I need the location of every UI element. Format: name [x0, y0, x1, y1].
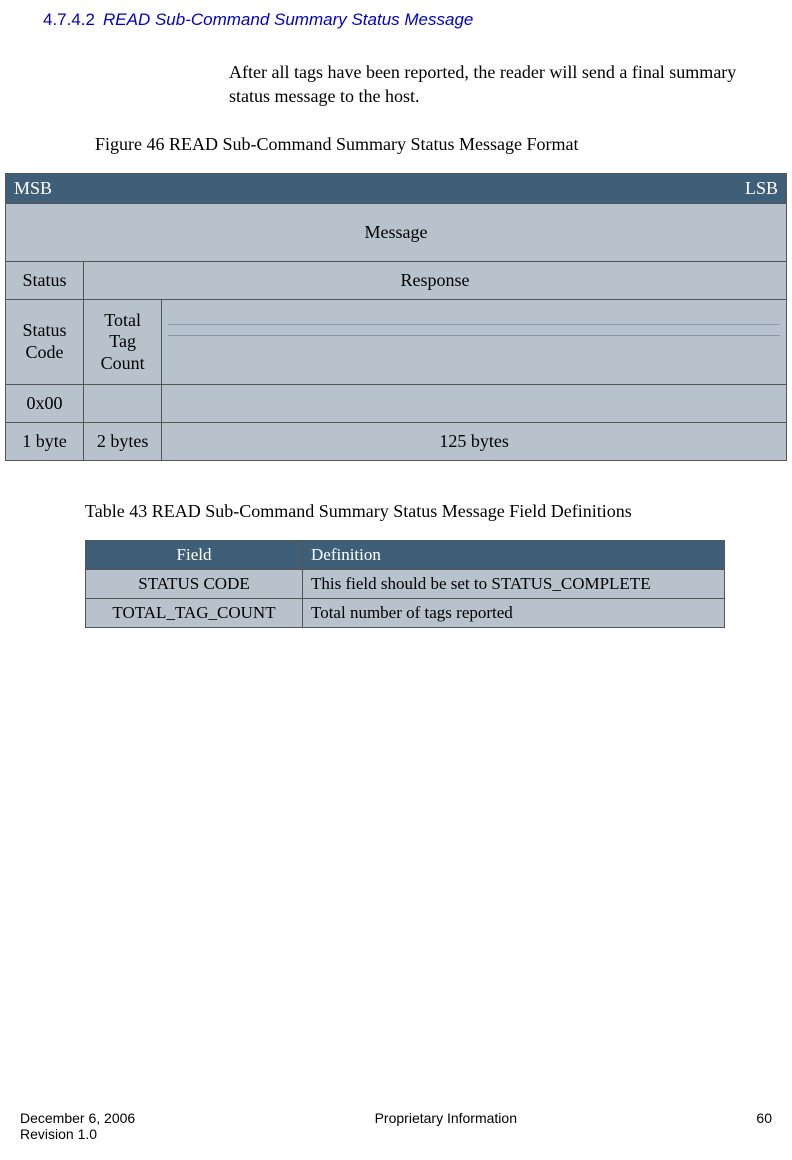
response-cell: Response [84, 261, 787, 299]
page-footer: December 6, 2006 Revision 1.0 Proprietar… [20, 1110, 772, 1142]
field-cell: STATUS CODE [86, 570, 303, 599]
status-code-cell: Status Code [6, 299, 84, 385]
msb-header: MSB [6, 173, 162, 203]
section-title: READ Sub-Command Summary Status Message [103, 10, 473, 29]
value-0x00-cell: 0x00 [6, 385, 84, 423]
size-2bytes-cell: 2 bytes [84, 423, 162, 461]
empty-cell-2 [162, 385, 787, 423]
definition-cell: Total number of tags reported [303, 599, 725, 628]
table-caption: Table 43 READ Sub-Command Summary Status… [85, 501, 787, 522]
message-cell: Message [6, 203, 787, 261]
status-cell: Status [6, 261, 84, 299]
footer-date: December 6, 2006 [20, 1110, 135, 1126]
table-row: TOTAL_TAG_COUNT Total number of tags rep… [86, 599, 725, 628]
lsb-header: LSB [162, 173, 787, 203]
section-heading: 4.7.4.2 READ Sub-Command Summary Status M… [43, 10, 787, 30]
footer-revision: Revision 1.0 [20, 1126, 135, 1142]
total-tag-count-cell: Total Tag Count [84, 299, 162, 385]
footer-center: Proprietary Information [135, 1110, 756, 1126]
definition-table: Field Definition STATUS CODE This field … [85, 540, 725, 628]
table-row: STATUS CODE This field should be set to … [86, 570, 725, 599]
empty-cell-1 [84, 385, 162, 423]
field-header: Field [86, 541, 303, 570]
body-paragraph: After all tags have been reported, the r… [229, 60, 747, 109]
definition-header: Definition [303, 541, 725, 570]
reserved-cell [162, 299, 787, 385]
size-125bytes-cell: 125 bytes [162, 423, 787, 461]
section-number: 4.7.4.2 [43, 10, 95, 29]
figure-table: MSB LSB Message Status Response Status C… [5, 173, 787, 462]
definition-cell: This field should be set to STATUS_COMPL… [303, 570, 725, 599]
field-cell: TOTAL_TAG_COUNT [86, 599, 303, 628]
figure-caption: Figure 46 READ Sub-Command Summary Statu… [95, 134, 787, 155]
size-1byte-cell: 1 byte [6, 423, 84, 461]
footer-page-number: 60 [756, 1110, 772, 1126]
